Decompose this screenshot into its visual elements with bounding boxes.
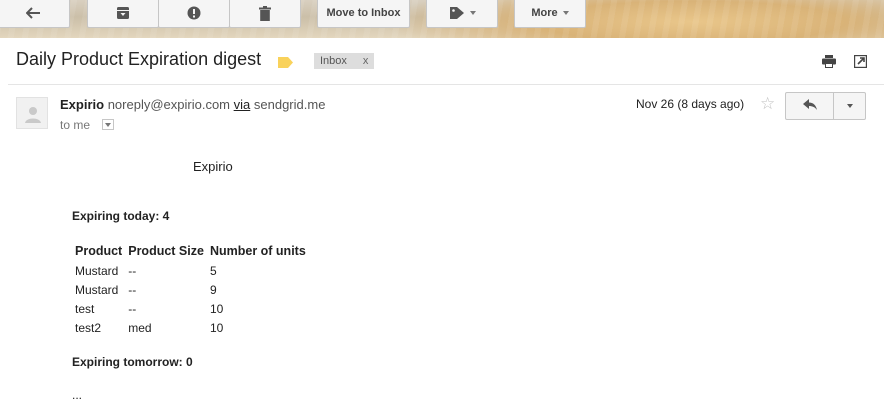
archive-button[interactable] [87, 0, 159, 28]
new-window-icon[interactable] [853, 54, 868, 73]
chevron-down-icon [105, 122, 111, 127]
print-all-icon[interactable] [822, 55, 836, 73]
sender-name[interactable]: Expirio [60, 97, 104, 112]
labels-button[interactable] [426, 0, 498, 28]
move-to-inbox-button[interactable]: Move to Inbox [317, 0, 410, 28]
table-row: test2 med 10 [72, 318, 309, 337]
units-cell: 5 [209, 263, 217, 278]
size-cell: -- [128, 282, 137, 297]
label-icon [449, 6, 465, 20]
units-cell: 10 [209, 301, 224, 316]
size-cell: med [128, 320, 152, 335]
header-divider [8, 84, 884, 85]
more-button[interactable]: More [514, 0, 586, 28]
star-icon[interactable]: ☆ [760, 94, 775, 114]
chevron-down-icon [562, 11, 569, 15]
recipient-label: to me [60, 118, 91, 132]
brand-name: Expirio [193, 159, 233, 174]
product-cell: Mustard [75, 263, 119, 278]
table-row: Mustard -- 9 [72, 280, 309, 299]
units-cell: 9 [209, 282, 217, 297]
sender-email: noreply@expirio.com [107, 97, 231, 112]
show-details-button[interactable] [102, 119, 114, 130]
product-table: Product Product Size Number of units Mus… [72, 241, 309, 337]
reply-button[interactable] [785, 92, 834, 120]
delete-button[interactable] [229, 0, 301, 28]
column-header-units: Number of units [209, 244, 306, 258]
product-cell: Mustard [75, 282, 119, 297]
table-row: test -- 10 [72, 299, 309, 318]
email-subject: Daily Product Expiration digest [16, 49, 262, 69]
chevron-down-icon [469, 11, 476, 15]
expiring-tomorrow-heading: Expiring tomorrow: 0 [72, 355, 193, 369]
report-spam-button[interactable] [158, 0, 230, 28]
more-actions-button[interactable] [833, 92, 866, 120]
message-date: Nov 26 (8 days ago) [636, 97, 745, 111]
label-chip-inbox[interactable]: Inbox x [314, 53, 375, 69]
remove-label-button[interactable]: x [363, 55, 369, 67]
more-label: More [531, 7, 558, 19]
units-cell: 10 [209, 320, 224, 335]
archive-icon [116, 6, 130, 20]
product-cell: test2 [75, 320, 102, 335]
expiring-today-heading: Expiring today: 4 [72, 209, 170, 223]
table-header-row: Product Product Size Number of units [72, 241, 309, 261]
back-button[interactable] [0, 0, 70, 28]
toolbar: Move to Inbox More [0, 0, 884, 38]
table-row: Mustard -- 5 [72, 261, 309, 280]
report-spam-icon [187, 6, 201, 20]
product-cell: test [75, 301, 95, 316]
back-arrow-icon [26, 6, 42, 20]
important-marker-icon[interactable] [278, 55, 293, 73]
label-chip-text: Inbox [320, 55, 347, 67]
chevron-down-icon [846, 104, 853, 108]
size-cell: -- [128, 263, 137, 278]
column-header-product: Product [75, 244, 123, 258]
via-domain: sendgrid.me [253, 97, 326, 112]
sender-avatar[interactable] [16, 97, 48, 129]
trimmed-content-ellipsis[interactable]: ... [72, 388, 82, 402]
move-to-inbox-label: Move to Inbox [326, 7, 401, 19]
reply-icon [802, 97, 817, 115]
via-link[interactable]: via [234, 97, 251, 112]
sender-line: Expirio noreply@expirio.com via sendgrid… [60, 97, 325, 112]
size-cell: -- [128, 301, 137, 316]
delete-icon [259, 5, 271, 21]
column-header-size: Product Size [128, 244, 204, 258]
